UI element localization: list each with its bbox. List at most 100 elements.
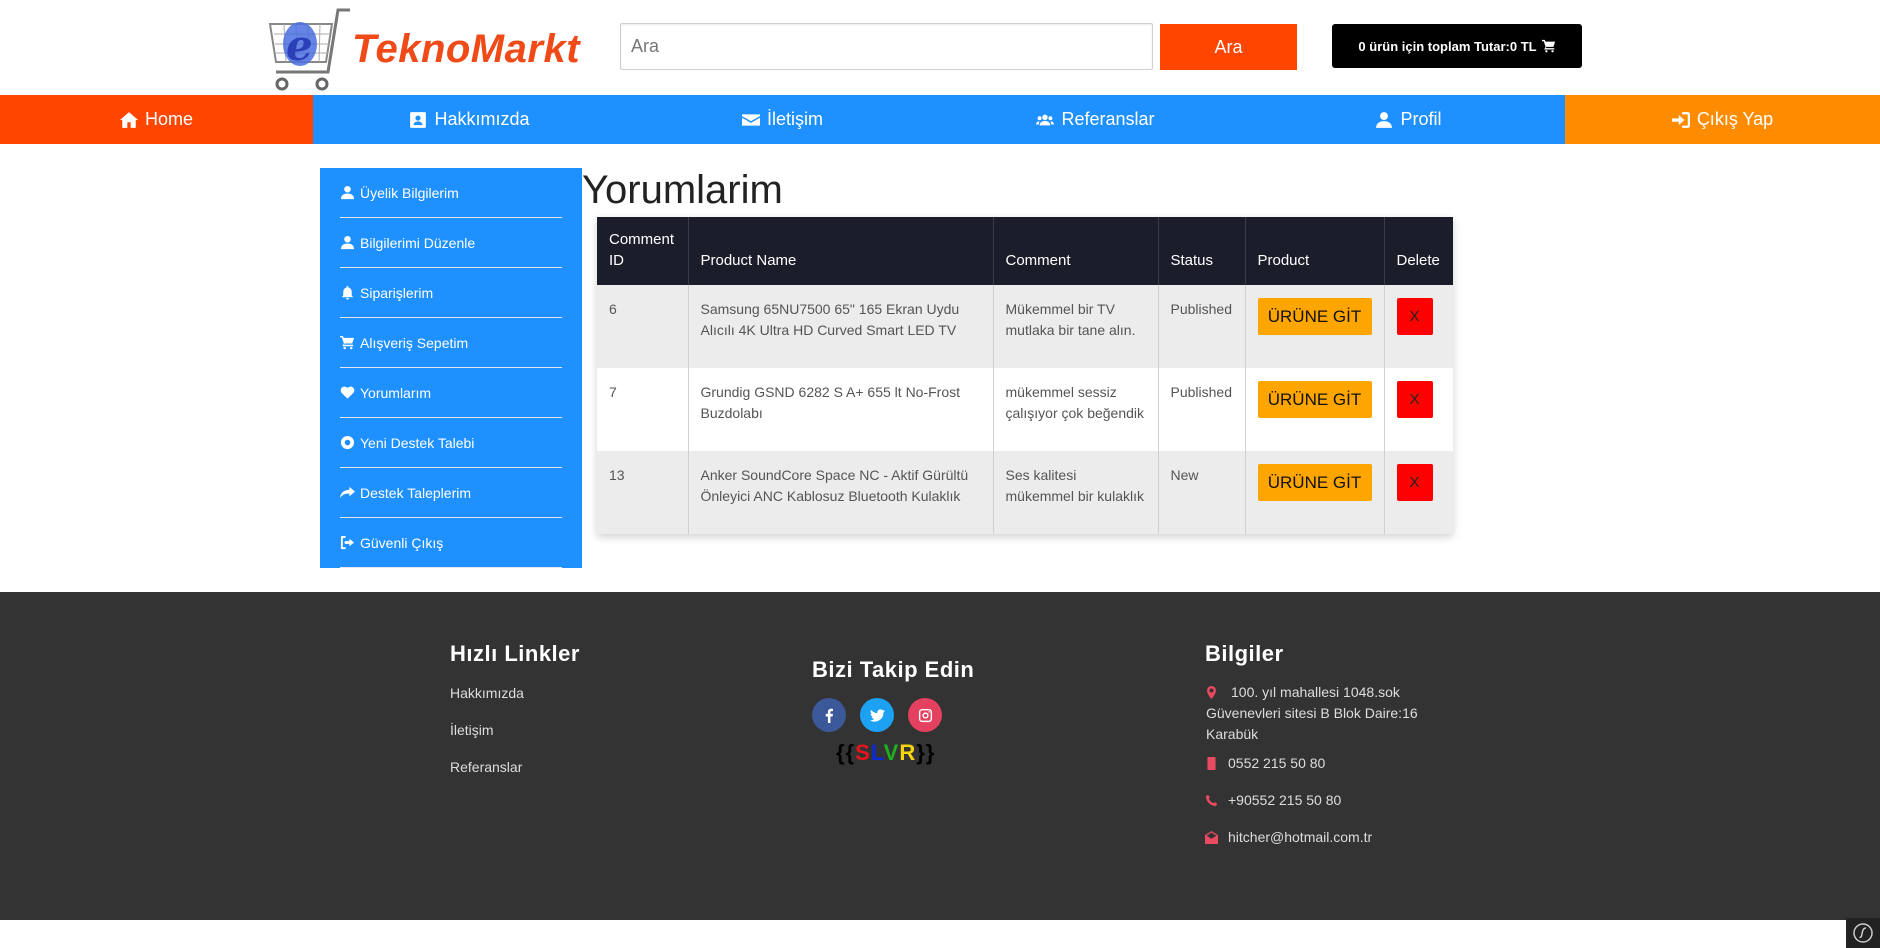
slvr-letter-v: V bbox=[883, 740, 900, 765]
site-logo-text[interactable]: TeknoMarkt bbox=[352, 27, 580, 72]
heart-icon bbox=[340, 386, 355, 399]
sidebar-item-label: Siparişlerim bbox=[360, 284, 434, 301]
phone-text: +90552 215 50 80 bbox=[1228, 792, 1342, 808]
table-row: 6 Samsung 65NU7500 65" 165 Ekran Uydu Al… bbox=[597, 285, 1453, 368]
cart-logo-icon[interactable]: e bbox=[262, 6, 354, 94]
column-header: Delete bbox=[1384, 217, 1453, 285]
cart-icon bbox=[340, 335, 355, 350]
status-cell: New bbox=[1158, 451, 1246, 534]
product-name-cell: Samsung 65NU7500 65" 165 Ekran Uydu Alıc… bbox=[688, 285, 994, 368]
column-header: Comment ID bbox=[597, 217, 689, 285]
delete-cell: X bbox=[1384, 285, 1453, 368]
comment-id-cell: 13 bbox=[597, 451, 689, 534]
delete-comment-button[interactable]: X bbox=[1396, 298, 1433, 335]
user-icon bbox=[340, 185, 355, 200]
table-row: 7 Grundig GSND 6282 S A+ 655 lt No-Frost… bbox=[597, 368, 1453, 451]
nav-references-label: Referanslar bbox=[1061, 109, 1155, 129]
sidebar-item-label: Yeni Destek Talebi bbox=[360, 434, 475, 451]
slvr-letter-s: S bbox=[855, 740, 871, 765]
sidebar-item-logout[interactable]: Güvenli Çıkış bbox=[340, 518, 562, 568]
nav-about[interactable]: Hakkımızda bbox=[313, 95, 626, 144]
sidebar-item-comments[interactable]: Yorumlarım bbox=[340, 368, 562, 418]
shopping-cart-icon bbox=[1541, 39, 1555, 53]
info-title: Bilgiler bbox=[1205, 641, 1284, 666]
mobile-row: 0552 215 50 80 bbox=[1205, 753, 1325, 774]
sidebar-item-membership[interactable]: Üyelik Bilgilerim bbox=[340, 168, 562, 218]
sidebar-item-edit-info[interactable]: Bilgilerimi Düzenle bbox=[340, 218, 562, 268]
nav-about-label: Hakkımızda bbox=[434, 109, 530, 129]
sidebar-item-label: Güvenli Çıkış bbox=[360, 534, 444, 551]
sidebar-item-orders[interactable]: Siparişlerim bbox=[340, 268, 562, 318]
product-name-cell: Grundig GSND 6282 S A+ 655 lt No-Frost B… bbox=[688, 368, 994, 451]
svg-text:e: e bbox=[286, 21, 313, 70]
sidebar-item-label: Üyelik Bilgilerim bbox=[360, 184, 459, 201]
twitter-icon[interactable] bbox=[860, 698, 894, 732]
comment-cell: Mükemmel bir TV mutlaka bir tane alın. bbox=[993, 285, 1159, 368]
follow-us-title: Bizi Takip Edin bbox=[812, 657, 975, 682]
product-link-cell: ÜRÜNE GİT bbox=[1245, 285, 1385, 368]
site-footer: Hızlı Linkler Hakkımızda İletişim Refera… bbox=[0, 592, 1880, 920]
sidebar-item-label: Bilgilerimi Düzenle bbox=[360, 234, 476, 251]
go-to-product-button[interactable]: ÜRÜNE GİT bbox=[1257, 298, 1372, 335]
email-text: hitcher@hotmail.com.tr bbox=[1228, 829, 1373, 845]
share-icon bbox=[340, 486, 355, 499]
nav-references[interactable]: Referanslar bbox=[939, 95, 1252, 144]
address-row: 100. yıl mahallesi 1048.sok Güvenevleri … bbox=[1205, 682, 1435, 745]
nav-contact-label: İletişim bbox=[766, 109, 823, 129]
footer-link-about[interactable]: Hakkımızda bbox=[450, 685, 524, 701]
cart-summary-button[interactable]: 0 ürün için toplam Tutar:0 TL bbox=[1332, 24, 1582, 68]
account-sidebar: Üyelik Bilgilerim Bilgilerimi Düzenle Si… bbox=[320, 168, 582, 568]
envelope-icon bbox=[741, 113, 760, 126]
status-cell: Published bbox=[1158, 285, 1246, 368]
search-input[interactable] bbox=[620, 23, 1153, 70]
footer-link-references[interactable]: Referanslar bbox=[450, 759, 522, 775]
product-name-cell: Anker SoundCore Space NC - Aktif Gürültü… bbox=[688, 451, 994, 534]
email-row: hitcher@hotmail.com.tr bbox=[1205, 827, 1372, 848]
search-button[interactable]: Ara bbox=[1160, 24, 1297, 70]
comment-id-cell: 7 bbox=[597, 368, 689, 451]
nav-contact[interactable]: İletişim bbox=[626, 95, 939, 144]
sidebar-item-label: Alışveriş Sepetim bbox=[360, 334, 469, 351]
column-header: Product bbox=[1245, 217, 1385, 285]
sidebar-item-label: Destek Taleplerim bbox=[360, 484, 472, 501]
column-header: Product Name bbox=[688, 217, 994, 285]
go-to-product-button[interactable]: ÜRÜNE GİT bbox=[1257, 464, 1372, 501]
sign-in-icon bbox=[1671, 111, 1690, 128]
slvr-signature-logo: {{SLVR}} bbox=[836, 740, 935, 766]
instagram-icon[interactable] bbox=[908, 698, 942, 732]
phone-row: +90552 215 50 80 bbox=[1205, 790, 1341, 811]
address-text: 100. yıl mahallesi 1048.sok Güvenevleri … bbox=[1206, 684, 1418, 742]
phone-icon bbox=[1205, 794, 1218, 807]
delete-comment-button[interactable]: X bbox=[1396, 381, 1433, 418]
sidebar-item-cart[interactable]: Alışveriş Sepetim bbox=[340, 318, 562, 368]
site-header: e TeknoMarkt Ara 0 ürün için toplam Tuta… bbox=[0, 0, 1880, 95]
product-link-cell: ÜRÜNE GİT bbox=[1245, 368, 1385, 451]
column-header: Comment bbox=[993, 217, 1159, 285]
bell-icon bbox=[341, 285, 354, 300]
sidebar-item-support-requests[interactable]: Destek Taleplerim bbox=[340, 468, 562, 518]
sidebar-item-new-support[interactable]: Yeni Destek Talebi bbox=[340, 418, 562, 468]
nav-profile-label: Profil bbox=[1400, 109, 1442, 129]
footer-link-contact[interactable]: İletişim bbox=[450, 722, 494, 738]
table-header-row: Comment ID Product Name Comment Status P… bbox=[597, 217, 1453, 285]
delete-comment-button[interactable]: X bbox=[1396, 464, 1433, 501]
main-nav: Home Hakkımızda İletişim Referanslar Pro… bbox=[0, 95, 1880, 144]
table-row: 13 Anker SoundCore Space NC - Aktif Gürü… bbox=[597, 451, 1453, 534]
cart-summary-text: 0 ürün için toplam Tutar:0 TL bbox=[1358, 38, 1537, 54]
slvr-letter-l: L bbox=[870, 740, 884, 765]
nav-logout[interactable]: Çıkış Yap bbox=[1565, 95, 1880, 144]
nav-logout-label: Çıkış Yap bbox=[1696, 109, 1774, 129]
slvr-close-brace: }} bbox=[916, 740, 936, 765]
user-icon bbox=[1376, 111, 1393, 128]
slvr-open-brace: {{ bbox=[836, 740, 856, 765]
quick-links-title: Hızlı Linkler bbox=[450, 641, 580, 666]
facebook-icon[interactable] bbox=[812, 698, 846, 732]
nav-home[interactable]: Home bbox=[0, 95, 313, 144]
symfony-toolbar-icon[interactable] bbox=[1846, 918, 1880, 948]
nav-profile[interactable]: Profil bbox=[1252, 95, 1565, 144]
delete-cell: X bbox=[1384, 368, 1453, 451]
delete-cell: X bbox=[1384, 451, 1453, 534]
go-to-product-button[interactable]: ÜRÜNE GİT bbox=[1257, 381, 1372, 418]
column-header: Status bbox=[1158, 217, 1246, 285]
mobile-text: 0552 215 50 80 bbox=[1228, 755, 1326, 771]
